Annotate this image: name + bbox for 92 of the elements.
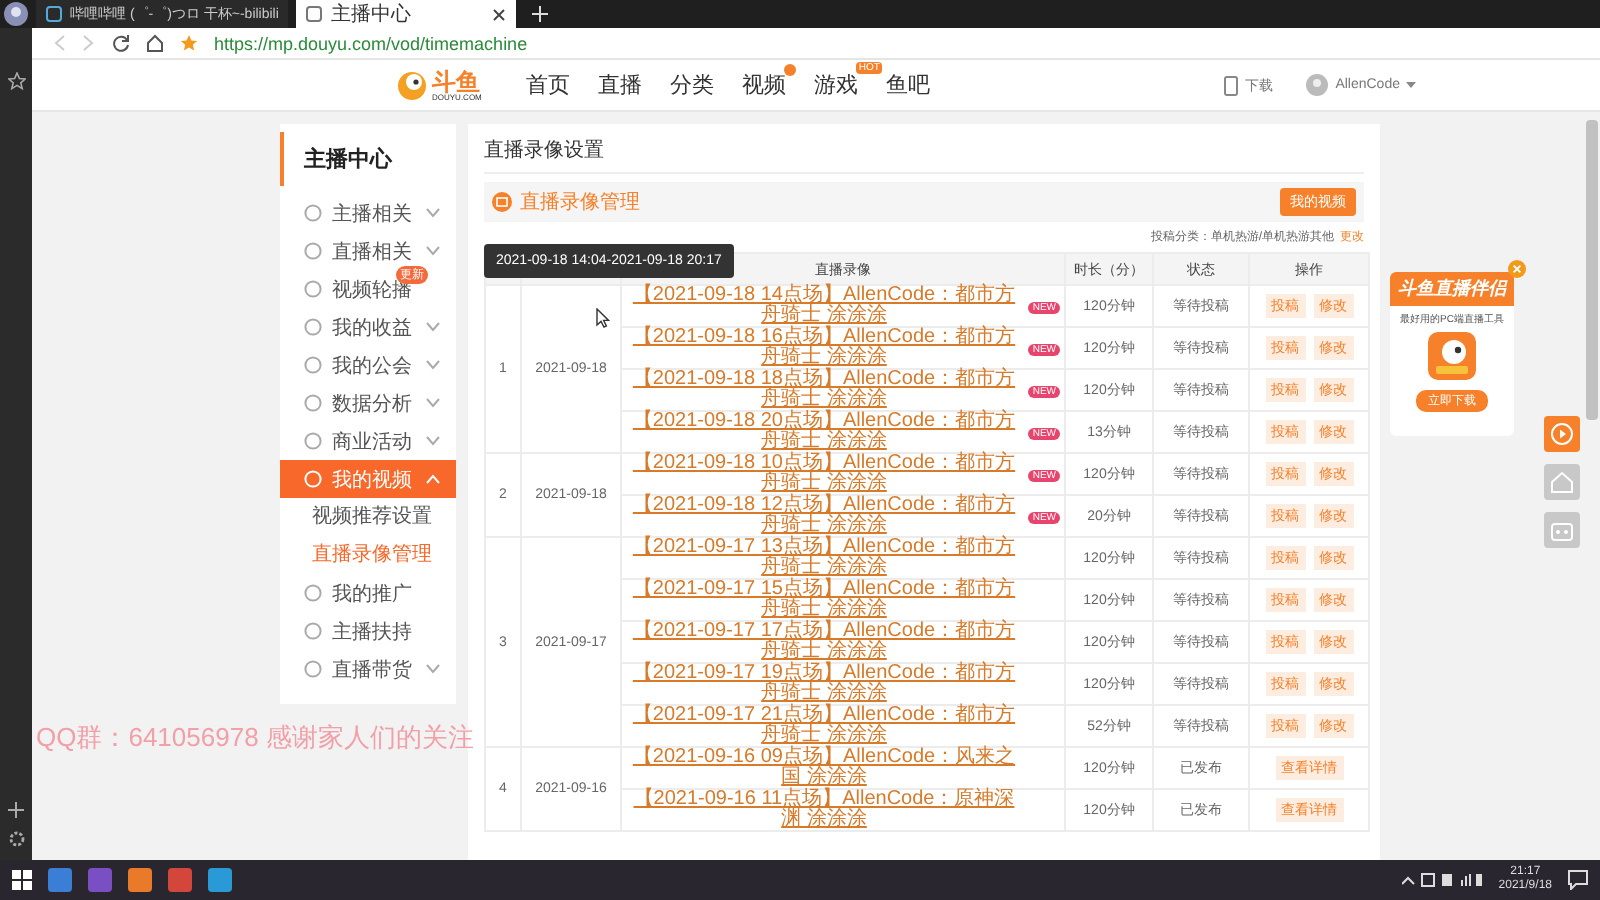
star-icon[interactable] [7, 72, 25, 90]
sidebar-label: 我的推广 [332, 581, 414, 607]
chevron-icon [426, 398, 440, 408]
circle-icon [304, 432, 322, 450]
app-icon[interactable] [88, 868, 112, 892]
circle-icon [304, 204, 322, 222]
bird-app-icon [1428, 332, 1476, 380]
avatar-icon [1305, 74, 1328, 96]
robot-icon[interactable] [1544, 512, 1580, 548]
close-icon[interactable] [492, 7, 507, 21]
sidebar-label: 数据分析 [332, 391, 414, 417]
sidebar-title: 主播中心 [280, 132, 456, 186]
chevron-icon [426, 360, 440, 370]
recording-link[interactable]: 【2021-09-18 10点场】AllenCode：都市方舟骑士 涂涂涂 [624, 454, 1024, 494]
recording-link[interactable]: 【2021-09-18 12点场】AllenCode：都市方舟骑士 涂涂涂 [624, 496, 1024, 536]
app-icon[interactable] [48, 868, 72, 892]
nav-link[interactable]: 首页 [525, 70, 570, 100]
gear-icon[interactable] [7, 830, 25, 848]
tray-icons-drawing [1402, 872, 1483, 888]
phone-icon [1223, 75, 1238, 95]
scrollbar-icon [1586, 120, 1598, 420]
page-icon [46, 6, 62, 22]
forward-icon[interactable] [82, 34, 96, 52]
sidebar-label: 我的视频 [332, 467, 414, 493]
circle-icon [304, 394, 322, 412]
nav-link[interactable]: 直播 [597, 70, 642, 100]
sidebar-item[interactable]: 直播带货 [280, 650, 456, 688]
recording-link[interactable]: 【2021-09-18 16点场】AllenCode：都市方舟骑士 涂涂涂 [624, 328, 1024, 368]
caret-icon [1406, 82, 1416, 88]
sidebar-label: 主播相关 [332, 201, 414, 227]
nav-link[interactable]: 分类 [669, 70, 714, 100]
circle-icon [304, 356, 322, 374]
sidebar-item[interactable]: 我的收益 [280, 308, 456, 346]
sidebar-label: 我的收益 [332, 315, 414, 341]
chevron-icon [426, 664, 440, 674]
cursor-icon [596, 308, 610, 328]
bird-logo-icon [396, 69, 428, 101]
recording-link[interactable]: 【2021-09-18 18点场】AllenCode：都市方舟骑士 涂涂涂 [624, 370, 1024, 410]
browser-tab[interactable]: 主播中心 [296, 0, 517, 28]
circle-icon [304, 318, 322, 336]
app-icon[interactable] [128, 868, 152, 892]
section-title: 直播录像管理 [520, 189, 642, 216]
chevron-icon [426, 322, 440, 332]
sidebar-item[interactable]: 我的视频 [280, 460, 456, 498]
sidebar-item[interactable]: 数据分析 [280, 384, 456, 422]
circle-icon [304, 280, 322, 298]
tab-title: 主播中心 [330, 1, 413, 28]
nav-link[interactable]: 鱼吧 [885, 70, 930, 100]
app-icon[interactable] [168, 868, 192, 892]
sidebar-label: 我的公会 [332, 353, 414, 379]
home-icon[interactable] [146, 34, 164, 52]
notification-icon[interactable] [1568, 870, 1588, 890]
sidebar-item[interactable]: 主播相关 [280, 194, 456, 232]
sidebar-label: 直播相关 [332, 239, 414, 265]
page-icon [306, 6, 323, 22]
sidebar-label: 直播带货 [332, 657, 414, 683]
promo-title: 斗鱼直播伴侣 [1390, 272, 1514, 306]
sidebar-subitem[interactable]: 直播录像管理 [280, 536, 456, 574]
windows-icon[interactable] [12, 870, 32, 890]
sidebar-label: 商业活动 [332, 429, 414, 455]
sidebar-label: 主播扶持 [332, 619, 414, 645]
circle-icon [304, 584, 322, 602]
chevron-icon [426, 208, 440, 218]
nav-link[interactable]: 游戏 [813, 70, 858, 100]
plus-icon[interactable] [8, 802, 24, 818]
avatar-icon [4, 2, 28, 26]
logo-text: 斗鱼 [432, 69, 480, 93]
page-title: 直播录像设置 [484, 132, 1364, 174]
overlay-text: QQ群：641056978 感谢家人们的关注 [36, 720, 474, 756]
film-icon [492, 192, 512, 212]
sidebar-subitem[interactable]: 视频推荐设置 [280, 498, 456, 536]
chevron-icon [426, 474, 440, 484]
play-icon[interactable] [1544, 416, 1580, 452]
sidebar-item[interactable]: 商业活动 [280, 422, 456, 460]
circle-icon [304, 660, 322, 678]
sidebar-item[interactable]: 直播相关 [280, 232, 456, 270]
sidebar-item[interactable]: 我的推广 [280, 574, 456, 612]
nav-link[interactable]: 视频 [741, 70, 786, 100]
reload-icon[interactable] [112, 34, 130, 52]
url-text[interactable]: https://mp.douyu.com/vod/timemachine [214, 33, 528, 53]
circle-icon [304, 242, 322, 260]
circle-icon [304, 622, 322, 640]
app-icon[interactable] [208, 868, 232, 892]
sidebar-item[interactable]: 主播扶持 [280, 612, 456, 650]
chevron-icon [426, 246, 440, 256]
recording-link[interactable]: 【2021-09-18 14点场】AllenCode：都市方舟骑士 涂涂涂 [624, 286, 1024, 326]
circle-icon [304, 470, 322, 488]
back-icon[interactable] [52, 34, 66, 52]
sidebar-item[interactable]: 我的公会 [280, 346, 456, 384]
recording-link[interactable]: 【2021-09-18 20点场】AllenCode：都市方舟骑士 涂涂涂 [624, 412, 1024, 452]
star-icon[interactable] [180, 34, 198, 52]
chevron-icon [426, 436, 440, 446]
